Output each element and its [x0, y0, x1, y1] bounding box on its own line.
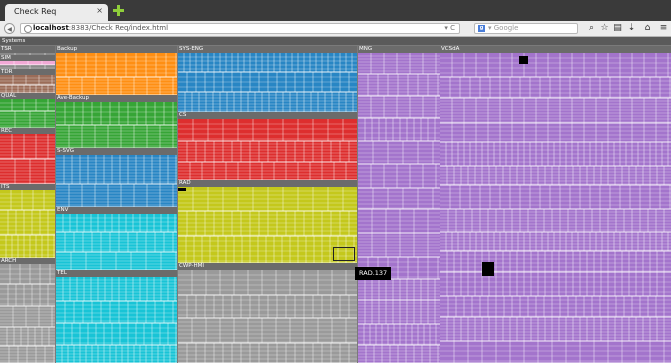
url-text: localhost:8383/Check Req/index.html	[33, 24, 169, 32]
reload-icon[interactable]: ▾ C	[444, 24, 455, 33]
root-label: Systems	[2, 38, 26, 44]
treemap-leaf-grid	[178, 187, 357, 263]
treemap-group-label: RAD	[179, 179, 191, 186]
selected-leaf-marker[interactable]	[482, 262, 494, 276]
treemap-group-qual[interactable]: QUAL	[0, 93, 55, 128]
close-icon[interactable]: ×	[96, 6, 103, 15]
treemap-group-label: TSR	[1, 45, 12, 52]
tooltip: RAD.137	[355, 267, 392, 280]
globe-icon	[24, 25, 32, 33]
new-tab-icon[interactable]	[113, 5, 124, 16]
treemap-group-label: Ave-Backup	[57, 94, 90, 101]
treemap-group-its[interactable]: ITS	[0, 184, 55, 258]
menu-icon[interactable]: ≡	[658, 23, 669, 34]
treemap-leaf-grid	[0, 99, 55, 128]
tab-strip: Check Req ×	[0, 0, 671, 21]
treemap-group-header: RAD	[178, 180, 357, 187]
treemap-group-header: Ave-Backup	[56, 95, 177, 102]
treemap-group-label: SYS-ENG	[179, 45, 204, 52]
treemap-group-header: VCSdA	[440, 46, 671, 53]
treemap-leaf-grid	[0, 75, 55, 93]
treemap-group-backup[interactable]: Backup	[56, 46, 177, 95]
treemap-group-label: S-SVG	[57, 147, 74, 154]
treemap-group-rad[interactable]: RAD	[178, 180, 357, 263]
treemap-leaf-grid	[0, 134, 55, 184]
navigation-bar: ◀ localhost:8383/Check Req/index.html ▾ …	[0, 21, 671, 37]
treemap-group-rec[interactable]: REC	[0, 128, 55, 184]
treemap-group-label: TEL	[57, 269, 67, 276]
treemap-group-tdr[interactable]: TDR	[0, 69, 55, 93]
treemap-group-label: Backup	[57, 45, 78, 52]
treemap-group-env[interactable]: ENV	[56, 207, 177, 270]
treemap-group-ave-backup[interactable]: Ave-Backup	[56, 95, 177, 148]
treemap-group-header: ENV	[56, 207, 177, 214]
treemap-leaf-grid	[178, 270, 357, 363]
tab-check-req[interactable]: Check Req ×	[5, 4, 108, 21]
treemap-leaf-grid	[0, 61, 55, 65]
treemap-group-arch[interactable]: ARCH	[0, 258, 55, 363]
search-bar[interactable]: g ▾ Google	[474, 23, 578, 34]
treemap-group-label: CWP-HMI	[179, 262, 204, 269]
search-placeholder: ▾ Google	[488, 24, 519, 32]
treemap-group-cwp-hmi[interactable]: CWP-HMI	[178, 263, 357, 363]
treemap: Systems TSR SIM TDR QUAL REC ITS ARCH Backup Ave…	[0, 37, 671, 363]
treemap-group-header: TEL	[56, 270, 177, 277]
treemap-leaf-grid	[56, 155, 177, 207]
treemap-group-sim[interactable]: SIM	[0, 55, 55, 65]
treemap-leaf-grid	[0, 264, 55, 363]
treemap-group-header: CWP-HMI	[178, 263, 357, 270]
treemap-group-sys-eng[interactable]: SYS-ENG	[178, 46, 357, 112]
treemap-leaf-grid	[56, 277, 177, 363]
treemap-group-label: VCSdA	[441, 45, 460, 52]
selected-leaf-marker[interactable]	[333, 247, 355, 261]
search-icon[interactable]: ⌕	[586, 23, 597, 34]
treemap-leaf-grid	[178, 119, 357, 180]
clipboard-icon[interactable]: ▤	[612, 23, 623, 34]
treemap-group-vcsaa[interactable]: VCSdA	[440, 46, 671, 363]
treemap-group-header: CS	[178, 112, 357, 119]
download-icon[interactable]: ⇣	[626, 23, 637, 34]
treemap-group-label: CS	[179, 111, 187, 118]
treemap-group-mng[interactable]: MNG	[358, 46, 440, 363]
treemap-group-header: TSR	[0, 46, 55, 53]
treemap-group-tel[interactable]: TEL	[56, 270, 177, 363]
treemap-leaf-grid	[0, 190, 55, 258]
browser-window: Check Req × ◀ localhost:8383/Check Req/i…	[0, 0, 671, 363]
treemap-leaf-grid	[358, 53, 440, 363]
google-icon: g	[478, 25, 485, 32]
selected-leaf-marker[interactable]	[519, 56, 528, 64]
treemap-group-header: SYS-ENG	[178, 46, 357, 53]
home-icon[interactable]: ⌂	[642, 23, 653, 34]
treemap-group-cs[interactable]: CS	[178, 112, 357, 180]
treemap-group-s-svg[interactable]: S-SVG	[56, 148, 177, 207]
treemap-leaf-grid	[56, 53, 177, 95]
treemap-group-label: ENV	[57, 206, 69, 213]
treemap-group-header: Backup	[56, 46, 177, 53]
treemap-leaf-grid	[440, 53, 671, 363]
selected-leaf-marker[interactable]	[178, 188, 186, 191]
treemap-group-label: MNG	[359, 45, 373, 52]
treemap-group-header: S-SVG	[56, 148, 177, 155]
treemap-group-header: MNG	[358, 46, 440, 53]
treemap-leaf-grid	[56, 214, 177, 270]
tab-title: Check Req	[14, 7, 57, 16]
star-icon[interactable]: ☆	[599, 23, 610, 34]
url-bar[interactable]: localhost:8383/Check Req/index.html ▾ C	[20, 23, 460, 34]
treemap-root-header: Systems	[0, 37, 671, 45]
back-button[interactable]: ◀	[4, 23, 15, 34]
treemap-leaf-grid	[56, 102, 177, 148]
treemap-leaf-grid	[178, 53, 357, 112]
